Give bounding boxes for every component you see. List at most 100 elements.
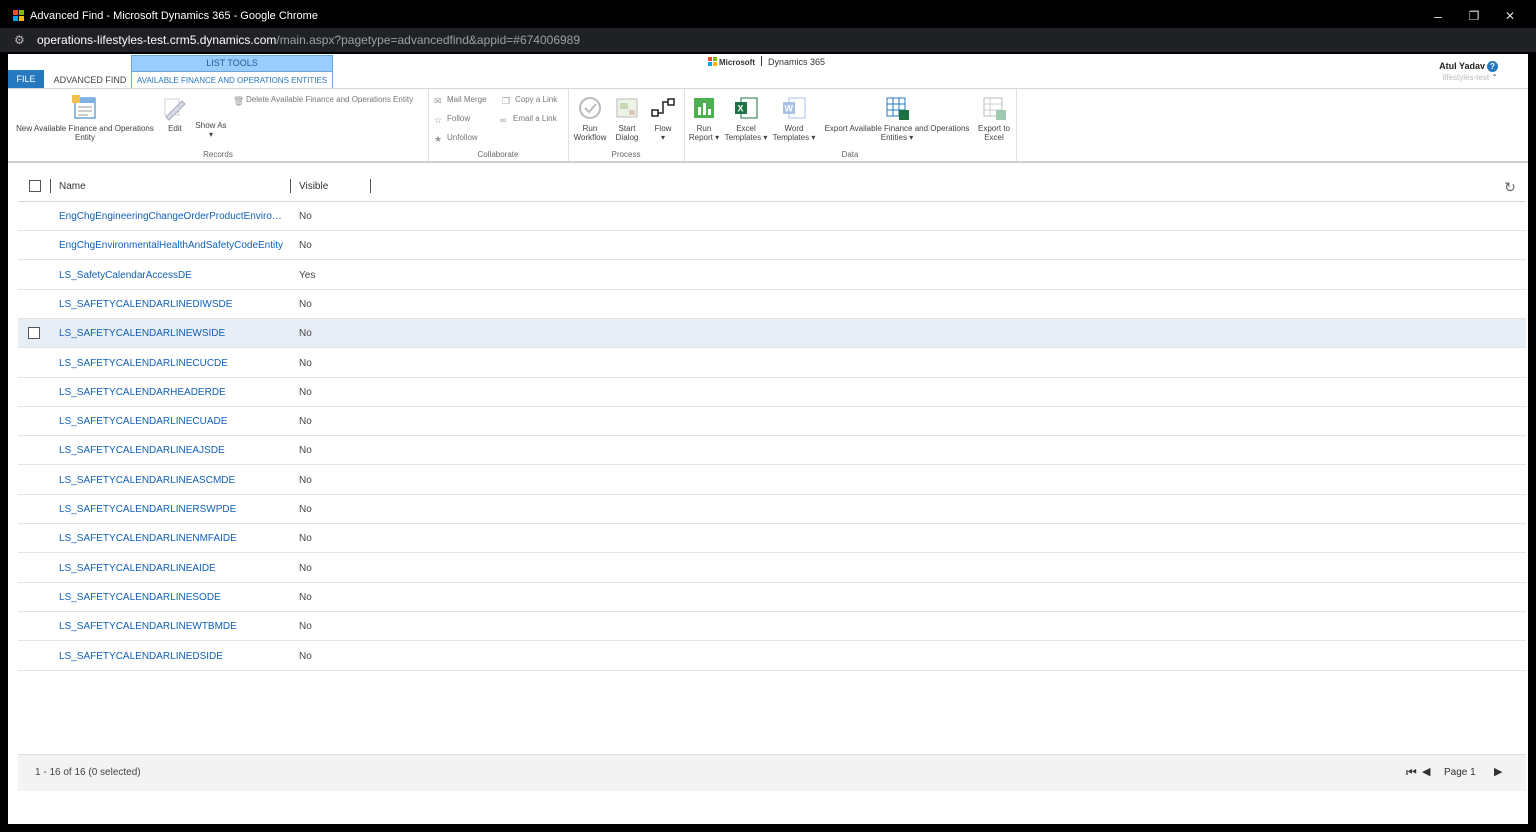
entity-name-link[interactable]: LS_SAFETYCALENDARLINENMFAIDE [59,533,287,544]
table-row[interactable]: LS_SAFETYCALENDARLINENMFAIDE No [18,524,1526,554]
visible-value: No [299,357,312,369]
entity-name-link[interactable]: LS_SAFETYCALENDARLINEDIWSDE [59,299,287,310]
mail-merge-button[interactable]: ✉ Mail Merge [434,95,487,106]
site-settings-icon[interactable]: ⚙ [14,33,28,47]
follow-button[interactable]: ☆ Follow [434,114,470,125]
entity-name-link[interactable]: LS_SAFETYCALENDARLINEWSIDE [59,328,287,339]
table-row[interactable]: LS_SafetyCalendarAccessDE Yes [18,261,1526,290]
show-as-button[interactable]: Show As ▾ [194,121,228,139]
column-header-name[interactable]: Name [59,181,86,192]
delete-entity-label: Delete Available Finance and Operations … [246,95,414,104]
dropdown-arrow-icon: ▾ [763,133,768,142]
table-row[interactable]: LS_SAFETYCALENDARHEADERDE No [18,378,1526,407]
collaborate-group-label: Collaborate [477,150,519,159]
unfollow-label: Unfollow [447,133,478,142]
new-entity-label: New Available Finance and Operations Ent… [16,124,154,142]
dropdown-arrow-icon: ▾ [909,133,914,142]
word-templates-button[interactable]: W Word Templates ▾ [770,95,818,142]
run-workflow-button[interactable]: Run Workflow [570,95,610,142]
user-name: Atul Yadav [1439,61,1485,71]
start-dialog-label: Start Dialog [615,124,639,142]
word-icon: W [781,95,807,121]
url-path: /main.aspx?pagetype=advancedfind&appid=#… [276,33,581,47]
excel-templates-button[interactable]: X Excel Templates ▾ [724,95,768,142]
entity-name-link[interactable]: EngChgEnvironmentalHealthAndSafetyCodeEn… [59,240,287,251]
edit-label: Edit [168,124,182,133]
entity-name-link[interactable]: LS_SAFETYCALENDARLINECUADE [59,416,287,427]
table-row[interactable]: LS_SAFETYCALENDARLINECUCDE No [18,349,1526,378]
tab-available-entities[interactable]: AVAILABLE FINANCE AND OPERATIONS ENTITIE… [131,71,333,89]
entity-name-link[interactable]: LS_SAFETYCALENDARLINEWTBMDE [59,621,287,632]
copy-link-button[interactable]: ❐ Copy a Link [502,95,557,106]
visible-value: Yes [299,269,316,281]
table-row[interactable]: LS_SAFETYCALENDARLINERSWPDE No [18,495,1526,524]
table-row[interactable]: LS_SAFETYCALENDARLINEWTBMDE No [18,612,1526,642]
start-dialog-button[interactable]: Start Dialog [608,95,646,142]
help-icon[interactable]: ? [1487,61,1498,72]
table-row[interactable]: LS_SAFETYCALENDARLINEWSIDE No [18,319,1526,349]
records-group: New Available Finance and Operations Ent… [8,89,429,161]
column-divider[interactable] [50,179,51,193]
entity-name-link[interactable]: LS_SafetyCalendarAccessDE [59,270,287,281]
unfollow-button[interactable]: ★ Unfollow [434,133,478,144]
record-count: 1 - 16 of 16 (0 selected) [35,767,141,778]
delete-entity-button[interactable]: 🗑 Delete Available Finance and Operations… [233,95,413,106]
visible-value: No [299,504,312,515]
results-grid: Name Visible ↻ EngChgEngineeringChangeOr… [18,172,1526,754]
report-icon [691,95,717,121]
minimize-button[interactable]: – [1423,6,1453,26]
svg-text:X: X [738,104,744,114]
maximize-button[interactable]: ❐ [1459,6,1489,26]
tab-advanced-find[interactable]: ADVANCED FIND [49,70,131,88]
flow-button[interactable]: Flow ▾ [646,95,680,142]
table-row[interactable]: LS_SAFETYCALENDARLINEASCMDE No [18,466,1526,495]
table-row[interactable]: EngChgEngineeringChangeOrderProductEnvir… [18,202,1526,231]
edit-button[interactable]: Edit [160,95,190,133]
visible-value: No [299,650,312,662]
email-link-button[interactable]: ∞ Email a Link [500,114,557,125]
workflow-icon [577,95,603,121]
entity-name-link[interactable]: LS_SAFETYCALENDARLINEAIDE [59,563,287,574]
star-icon: ★ [434,134,443,144]
row-checkbox[interactable] [28,327,40,340]
visible-value: No [299,328,312,340]
export-entities-button[interactable]: Export Available Finance and Operations … [820,95,974,142]
chevron-up-icon[interactable]: ⌃ [1491,73,1498,82]
refresh-icon[interactable]: ↻ [1502,179,1518,195]
previous-page-icon[interactable]: ◀ [1422,765,1430,778]
table-row[interactable]: LS_SAFETYCALENDARLINESODE No [18,583,1526,612]
entity-name-link[interactable]: LS_SAFETYCALENDARHEADERDE [59,387,287,398]
table-row[interactable]: LS_SAFETYCALENDARLINEDSIDE No [18,642,1526,671]
entity-name-link[interactable]: LS_SAFETYCALENDARLINEAJSDE [59,445,287,456]
tab-file[interactable]: FILE [8,70,44,88]
close-button[interactable]: ✕ [1495,6,1525,26]
column-divider[interactable] [370,179,371,193]
column-header-visible[interactable]: Visible [299,181,328,192]
url-host: operations-lifestyles-test.crm5.dynamics… [37,33,277,47]
run-report-button[interactable]: Run Report ▾ [686,95,722,142]
table-row[interactable]: LS_SAFETYCALENDARLINECUADE No [18,407,1526,437]
address-bar[interactable]: ⚙ operations-lifestyles-test.crm5.dynami… [0,28,1536,52]
first-page-icon[interactable]: ⏮ [1406,765,1417,780]
url-text[interactable]: operations-lifestyles-test.crm5.dynamics… [37,33,580,47]
copy-link-label: Copy a Link [515,95,558,104]
entity-name-link[interactable]: LS_SAFETYCALENDARLINERSWPDE [59,504,287,515]
column-divider[interactable] [290,179,291,193]
export-excel-icon [981,95,1007,121]
table-row[interactable]: LS_SAFETYCALENDARLINEDIWSDE No [18,290,1526,319]
entity-name-link[interactable]: LS_SAFETYCALENDARLINESODE [59,592,287,603]
visible-value: No [299,240,312,252]
new-entity-button[interactable]: New Available Finance and Operations Ent… [10,95,160,142]
table-row[interactable]: LS_SAFETYCALENDARLINEAJSDE No [18,436,1526,466]
visible-value: No [299,445,312,457]
user-info[interactable]: Atul Yadav? lifestyles-test ⌃ [1408,60,1498,82]
entity-name-link[interactable]: LS_SAFETYCALENDARLINEASCMDE [59,475,287,486]
entity-name-link[interactable]: LS_SAFETYCALENDARLINEDSIDE [59,651,287,662]
export-excel-button[interactable]: Export to Excel [974,95,1014,142]
table-row[interactable]: LS_SAFETYCALENDARLINEAIDE No [18,554,1526,583]
table-row[interactable]: EngChgEnvironmentalHealthAndSafetyCodeEn… [18,231,1526,261]
select-all-checkbox[interactable] [29,180,41,192]
entity-name-link[interactable]: LS_SAFETYCALENDARLINECUCDE [59,358,287,369]
entity-name-link[interactable]: EngChgEngineeringChangeOrderProductEnvir… [59,211,287,222]
next-page-icon[interactable]: ▶ [1494,765,1502,778]
